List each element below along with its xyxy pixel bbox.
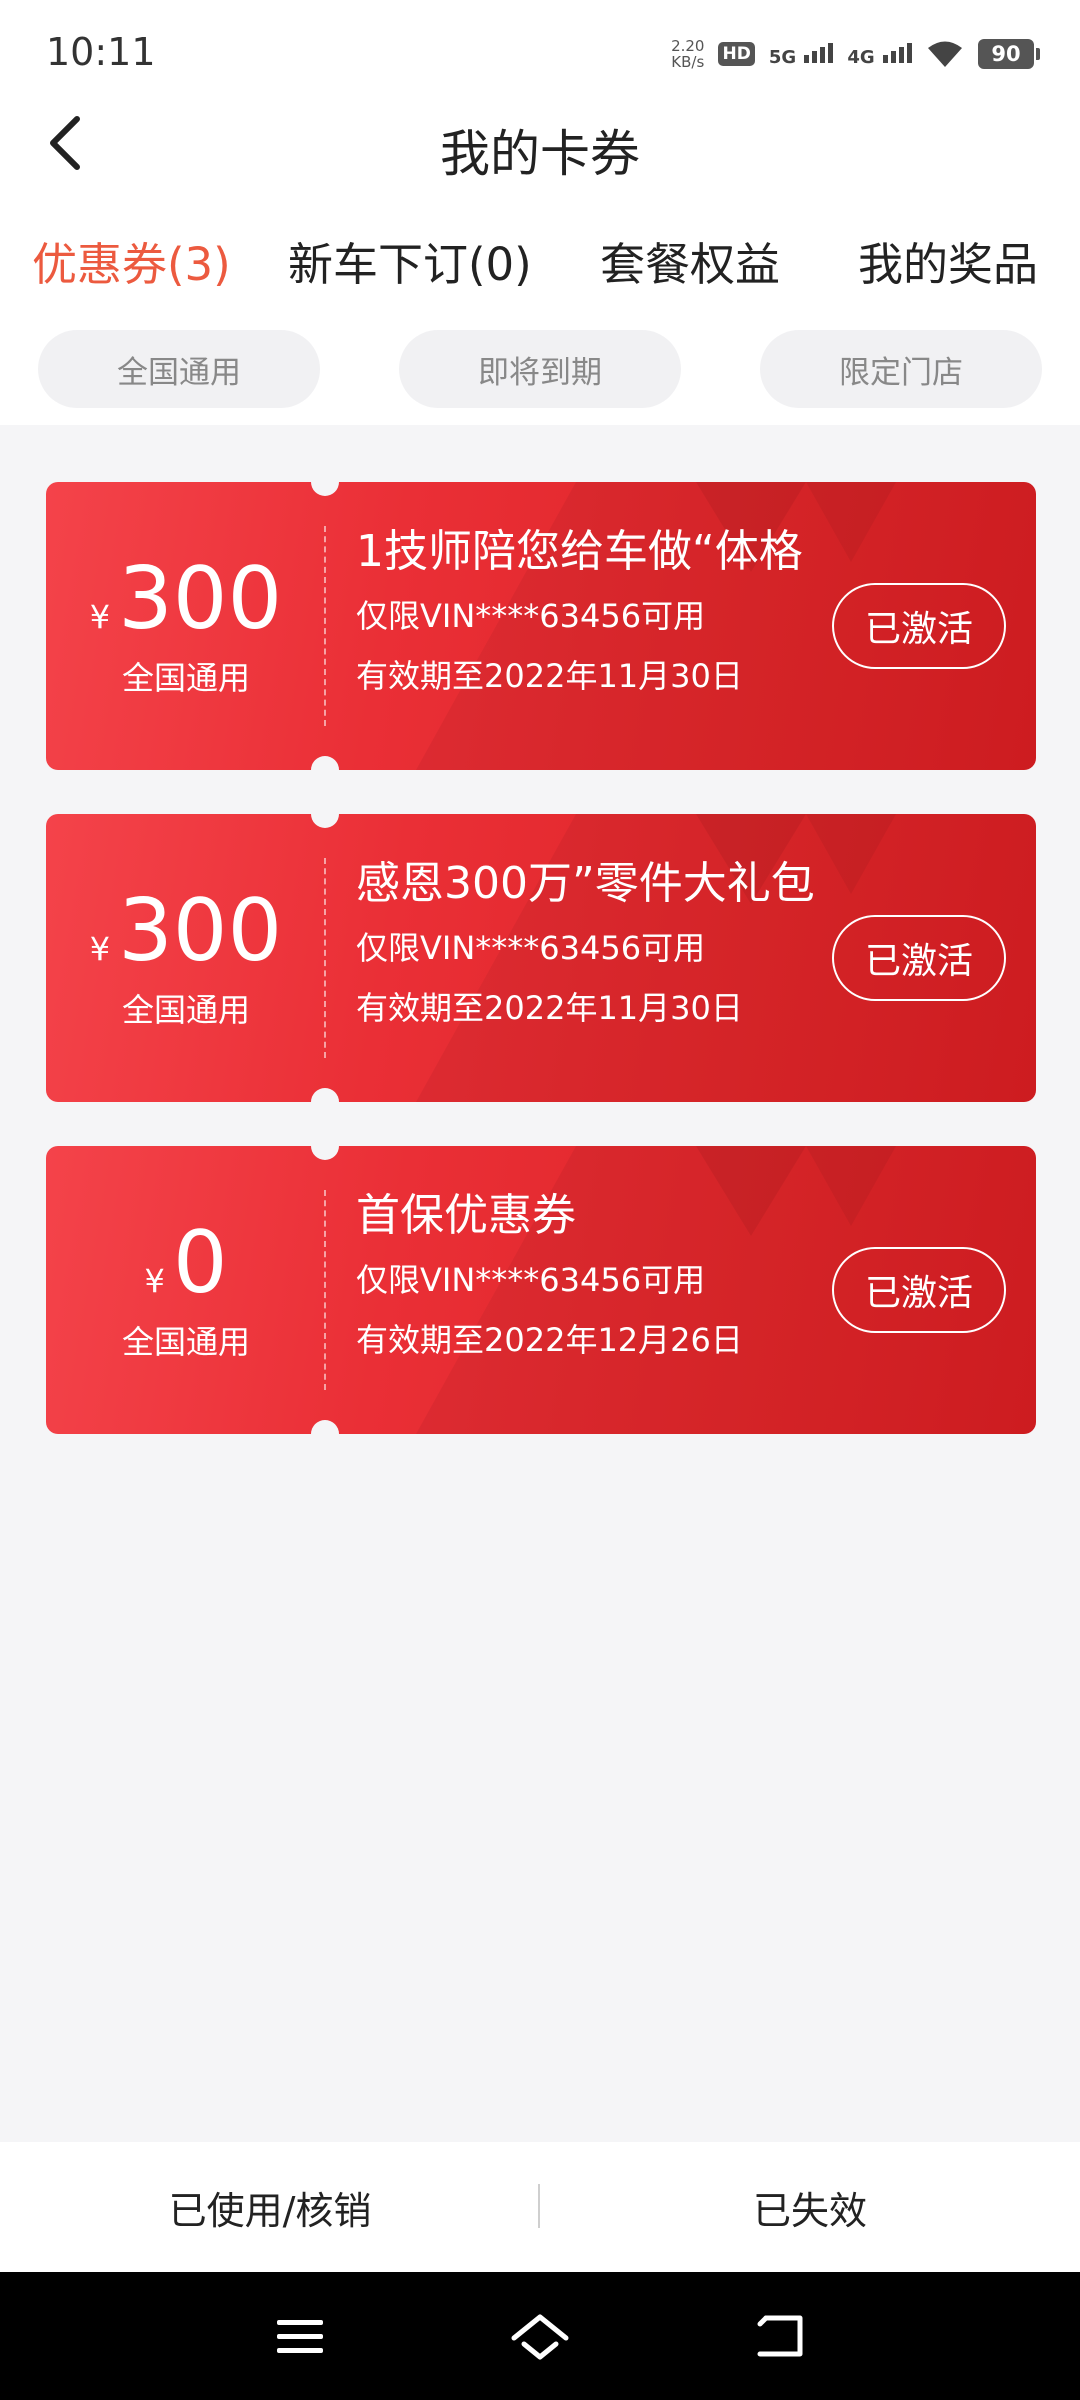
currency-symbol: ¥	[89, 598, 111, 636]
expired-button[interactable]: 已失效	[540, 2142, 1080, 2272]
signal-4g-icon: 4G	[847, 41, 912, 68]
coupon-vin: 仅限VIN****63456可用	[356, 1261, 706, 1299]
coupon-expiry: 有效期至2022年11月30日	[356, 989, 743, 1027]
coupon-value: ¥ 0 全国通用	[46, 1146, 326, 1434]
menu-icon	[277, 2320, 323, 2353]
coupon-value: ¥ 300 全国通用	[46, 482, 326, 770]
coupon-notch	[311, 468, 339, 496]
coupon-scope: 全国通用	[121, 991, 250, 1029]
tab-package-benefits[interactable]: 套餐权益	[600, 228, 780, 293]
activated-badge[interactable]: 已激活	[832, 915, 1006, 1001]
coupon-title: 首保优惠券	[356, 1190, 576, 1241]
currency-symbol: ¥	[89, 930, 111, 968]
coupon-notch	[311, 1088, 339, 1116]
status-bar: 10:11 2.20 KB/s HD 5G 4G 90	[0, 0, 1080, 100]
activated-badge[interactable]: 已激活	[832, 583, 1006, 669]
coupon-title: 1技师陪您给车做“体格	[356, 526, 803, 577]
coupon-vin: 仅限VIN****63456可用	[356, 929, 706, 967]
page-title: 我的卡券	[440, 125, 640, 183]
coupon-expiry: 有效期至2022年12月26日	[356, 1321, 743, 1359]
hd-icon: HD	[718, 42, 755, 66]
coupon-notch	[311, 1420, 339, 1448]
coupon-divider	[324, 1190, 326, 1390]
coupon-amount: 300	[118, 881, 283, 981]
coupon-value: ¥ 300 全国通用	[46, 814, 326, 1102]
coupon-card[interactable]: ¥ 300 全国通用 1技师陪您给车做“体格 仅限VIN****63456可用 …	[46, 482, 1036, 770]
bottom-action-bar: 已使用/核销 已失效	[0, 2142, 1080, 2272]
coupon-scope: 全国通用	[121, 1323, 250, 1361]
coupon-info: 首保优惠券 仅限VIN****63456可用 有效期至2022年12月26日	[356, 1186, 868, 1366]
used-redeemed-button[interactable]: 已使用/核销	[0, 2142, 540, 2272]
coupon-info: 感恩300万”零件大礼包 仅限VIN****63456可用 有效期至2022年1…	[356, 854, 868, 1034]
coupon-scope: 全国通用	[121, 659, 250, 697]
home-icon	[511, 2314, 569, 2360]
coupon-expiry: 有效期至2022年11月30日	[356, 657, 743, 695]
system-nav-bar	[0, 2272, 1080, 2400]
coupon-amount: 300	[118, 549, 283, 649]
status-time: 10:11	[46, 30, 156, 74]
coupon-vin: 仅限VIN****63456可用	[356, 597, 706, 635]
tab-coupons[interactable]: 优惠券(3)	[32, 228, 231, 293]
coupon-divider	[324, 526, 326, 726]
coupon-divider	[324, 858, 326, 1058]
filter-expiring-soon[interactable]: 即将到期	[399, 330, 681, 408]
wifi-icon	[926, 39, 964, 69]
back-button[interactable]	[30, 108, 100, 178]
home-button[interactable]	[500, 2302, 580, 2372]
tab-bar: 优惠券(3) 新车下订(0) 套餐权益 我的奖品	[0, 228, 1080, 298]
battery-icon: 90	[978, 39, 1040, 69]
return-button[interactable]	[740, 2302, 820, 2372]
status-icons: 2.20 KB/s HD 5G 4G 90	[671, 32, 1040, 76]
menu-button[interactable]	[260, 2302, 340, 2372]
coupon-notch	[311, 800, 339, 828]
coupon-card[interactable]: ¥ 0 全国通用 首保优惠券 仅限VIN****63456可用 有效期至2022…	[46, 1146, 1036, 1434]
coupon-amount: 0	[172, 1213, 228, 1313]
filter-chips: 全国通用 即将到期 限定门店	[0, 330, 1080, 410]
coupon-title: 感恩300万”零件大礼包	[356, 858, 815, 909]
coupon-notch	[311, 756, 339, 784]
coupon-info: 1技师陪您给车做“体格 仅限VIN****63456可用 有效期至2022年11…	[356, 522, 868, 702]
coupon-card[interactable]: ¥ 300 全国通用 感恩300万”零件大礼包 仅限VIN****63456可用…	[46, 814, 1036, 1102]
activated-badge[interactable]: 已激活	[832, 1247, 1006, 1333]
filter-nationwide[interactable]: 全国通用	[38, 330, 320, 408]
filter-specific-store[interactable]: 限定门店	[760, 330, 1042, 408]
chevron-left-icon	[50, 116, 80, 170]
tab-my-prizes[interactable]: 我的奖品	[858, 228, 1038, 293]
network-speed: 2.20 KB/s	[671, 37, 705, 71]
currency-symbol: ¥	[144, 1262, 165, 1300]
coupon-notch	[311, 1132, 339, 1160]
tab-new-car-order[interactable]: 新车下订(0)	[288, 228, 532, 293]
nav-bar: 我的卡券	[0, 100, 1080, 190]
signal-5g-icon: 5G	[769, 41, 834, 68]
back-arrow-icon	[757, 2315, 803, 2357]
